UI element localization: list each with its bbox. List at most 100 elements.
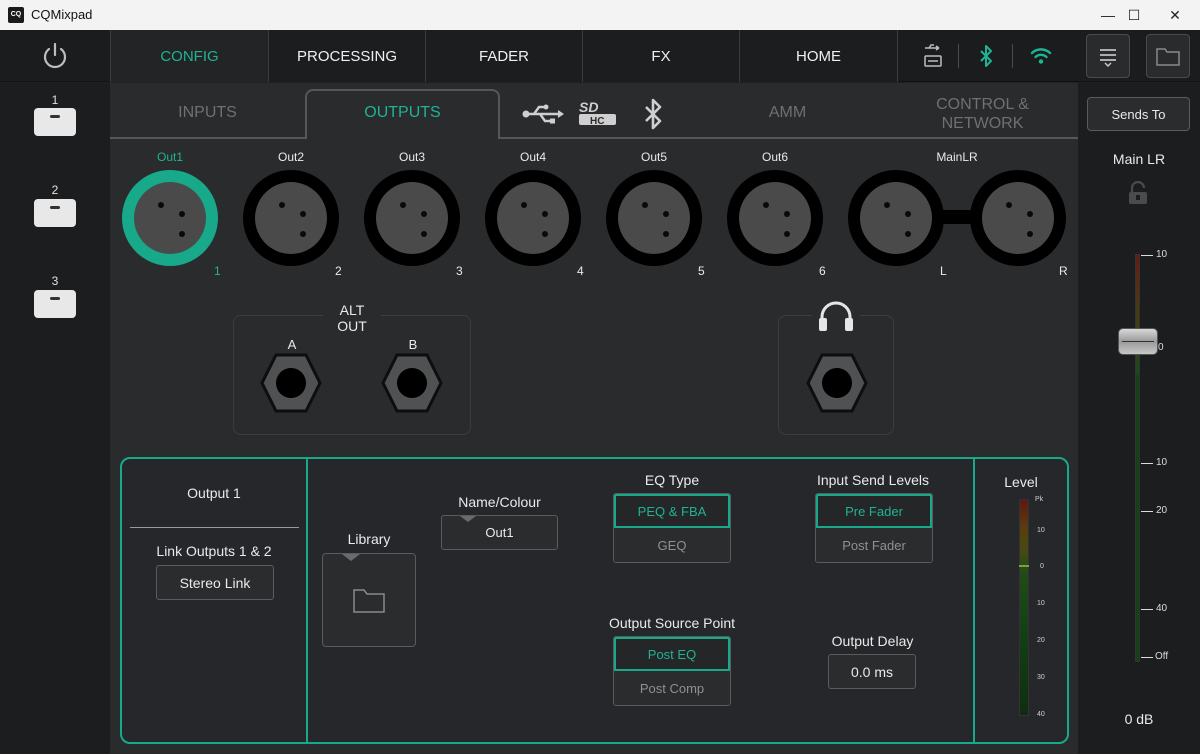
sends-to-button[interactable]: Sends To bbox=[1087, 97, 1190, 131]
tab-fader[interactable]: FADER bbox=[425, 30, 582, 82]
source-option-post-comp[interactable]: Post Comp bbox=[614, 671, 730, 705]
level-scale-40: 40 bbox=[1037, 711, 1045, 718]
send-option-post-fader[interactable]: Post Fader bbox=[816, 528, 932, 562]
power-button[interactable] bbox=[0, 30, 110, 82]
fader-scale-minus40: 40 bbox=[1156, 603, 1168, 614]
source-option-post-eq[interactable]: Post EQ bbox=[614, 637, 730, 671]
level-scale-30: 30 bbox=[1037, 674, 1045, 681]
scene-number-2: 2 bbox=[51, 183, 59, 197]
close-button[interactable]: ✕ bbox=[1152, 0, 1198, 30]
subtab-control-line1: CONTROL & bbox=[936, 96, 1029, 113]
eq-type-label: EQ Type bbox=[644, 472, 700, 488]
alt-out-title: ALT OUT bbox=[323, 302, 381, 334]
output-label-3: Out3 bbox=[398, 150, 425, 164]
level-scale-10b: 10 bbox=[1037, 600, 1045, 607]
eq-option-geq[interactable]: GEQ bbox=[614, 528, 730, 562]
jack-socket-b[interactable] bbox=[381, 353, 443, 418]
app-logo: CQ bbox=[8, 7, 24, 23]
output-label-2: Out2 bbox=[277, 150, 304, 164]
menu-icon bbox=[1100, 49, 1116, 67]
xlr-output-main-right[interactable] bbox=[970, 170, 1066, 266]
folder-button[interactable] bbox=[1146, 34, 1190, 78]
level-meter bbox=[1019, 499, 1029, 716]
headphone-jack[interactable] bbox=[806, 353, 868, 418]
level-scale-0: 0 bbox=[1040, 563, 1044, 570]
output-number-1: 1 bbox=[214, 264, 221, 278]
link-outputs-label: Link Outputs 1 & 2 bbox=[156, 543, 272, 559]
tab-config[interactable]: CONFIG bbox=[110, 30, 268, 82]
output-number-4: 4 bbox=[577, 264, 584, 278]
sd-card-icon[interactable]: SD HC bbox=[578, 99, 618, 132]
scene-number-1: 1 bbox=[51, 93, 59, 107]
scene-button-2[interactable] bbox=[34, 199, 76, 227]
bluetooth-status-icon bbox=[968, 30, 1004, 82]
xlr-output-6[interactable] bbox=[727, 170, 823, 266]
menu-button[interactable] bbox=[1086, 34, 1130, 78]
subtab-control-line2: NETWORK bbox=[941, 115, 1024, 132]
name-colour-label: Name/Colour bbox=[458, 494, 541, 510]
fader-scale-0: 0 bbox=[1158, 342, 1164, 353]
usb-sd-status-icon bbox=[915, 30, 951, 82]
output-delay-field[interactable]: 0.0 ms bbox=[828, 654, 916, 689]
tab-fx[interactable]: FX bbox=[582, 30, 739, 82]
window-title: CQMixpad bbox=[31, 7, 93, 22]
tab-home[interactable]: HOME bbox=[739, 30, 897, 82]
output-label-5: Out5 bbox=[640, 150, 667, 164]
xlr-output-main-left[interactable] bbox=[848, 170, 944, 266]
alt-out-a-label: A bbox=[287, 337, 297, 352]
top-navigation: CONFIG PROCESSING FADER FX HOME bbox=[0, 30, 1200, 82]
subtab-control-network[interactable]: CONTROL & NETWORK bbox=[905, 95, 1060, 133]
scene-button-3[interactable] bbox=[34, 290, 76, 318]
level-scale-20: 20 bbox=[1037, 637, 1045, 644]
stereo-link-button[interactable]: Stereo Link bbox=[156, 565, 274, 600]
eq-option-peq-fba[interactable]: PEQ & FBA bbox=[614, 494, 730, 528]
subtab-inputs[interactable]: INPUTS bbox=[140, 104, 275, 122]
xlr-output-1[interactable] bbox=[122, 170, 218, 266]
output-delay-label: Output Delay bbox=[831, 633, 914, 649]
fader-scale-10: 10 bbox=[1156, 249, 1168, 260]
xlr-output-4[interactable] bbox=[485, 170, 581, 266]
power-icon bbox=[43, 42, 67, 69]
folder-icon bbox=[1156, 48, 1180, 66]
output-number-6: 6 bbox=[819, 264, 826, 278]
output-label-4: Out4 bbox=[519, 150, 546, 164]
level-label: Level bbox=[1004, 474, 1038, 490]
svg-text:SD: SD bbox=[579, 99, 598, 115]
output-label-6: Out6 bbox=[761, 150, 788, 164]
tab-processing[interactable]: PROCESSING bbox=[268, 30, 425, 82]
output-number-main-left: L bbox=[940, 264, 947, 278]
alt-out-b-label: B bbox=[408, 337, 418, 352]
title-bar: CQ CQMixpad — ☐ ✕ bbox=[0, 0, 1200, 30]
library-label: Library bbox=[347, 531, 391, 547]
xlr-output-2[interactable] bbox=[243, 170, 339, 266]
input-send-levels-label: Input Send Levels bbox=[816, 472, 930, 488]
output-number-5: 5 bbox=[698, 264, 705, 278]
jack-socket-a[interactable] bbox=[260, 353, 322, 418]
maximize-button[interactable]: ☐ bbox=[1111, 0, 1157, 30]
output-number-2: 2 bbox=[335, 264, 342, 278]
alt-out-title-line2: OUT bbox=[337, 318, 367, 334]
name-colour-button[interactable]: Out1 bbox=[441, 515, 558, 550]
usb-icon[interactable] bbox=[522, 102, 564, 131]
fader-knob[interactable] bbox=[1118, 328, 1158, 355]
xlr-output-5[interactable] bbox=[606, 170, 702, 266]
subtab-amm[interactable]: AMM bbox=[740, 104, 835, 122]
source-point-selector: Post EQ Post Comp bbox=[613, 636, 731, 706]
svg-text:HC: HC bbox=[590, 116, 604, 127]
scene-button-1[interactable] bbox=[34, 108, 76, 136]
lock-icon[interactable] bbox=[1127, 180, 1149, 210]
eq-type-selector: PEQ & FBA GEQ bbox=[613, 493, 731, 563]
bluetooth-icon[interactable] bbox=[642, 98, 664, 135]
main-lr-label: Main LR bbox=[1112, 151, 1166, 167]
send-option-pre-fader[interactable]: Pre Fader bbox=[816, 494, 932, 528]
level-scale-10a: 10 bbox=[1037, 527, 1045, 534]
output-label-mainlr: MainLR bbox=[936, 150, 978, 164]
xlr-output-3[interactable] bbox=[364, 170, 460, 266]
output-label-1: Out1 bbox=[156, 150, 183, 164]
output-number-3: 3 bbox=[456, 264, 463, 278]
library-button[interactable] bbox=[322, 553, 416, 647]
alt-out-title-line1: ALT bbox=[339, 302, 365, 318]
scene-number-3: 3 bbox=[51, 274, 59, 288]
output-title: Output 1 bbox=[187, 485, 241, 501]
subtab-outputs[interactable]: OUTPUTS bbox=[305, 104, 500, 122]
